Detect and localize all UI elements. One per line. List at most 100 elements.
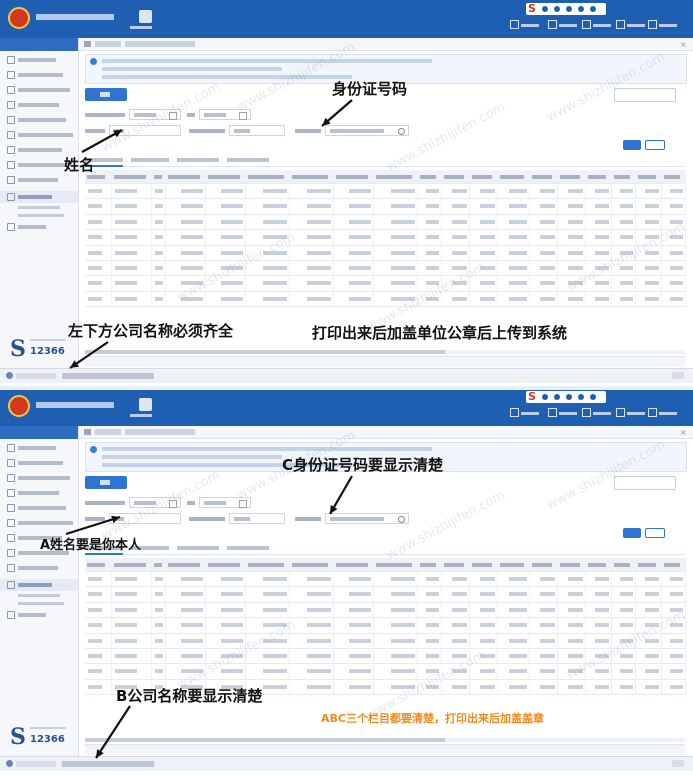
table-row[interactable] — [85, 291, 686, 308]
export-button[interactable] — [85, 88, 127, 101]
toolbar-tool-icon-1[interactable] — [542, 6, 548, 12]
calendar-icon[interactable] — [239, 112, 247, 120]
reset-button[interactable] — [645, 528, 665, 538]
toolbar-tool-icon-4[interactable] — [578, 394, 584, 400]
print-button[interactable] — [614, 88, 676, 102]
title-tool-3[interactable] — [582, 408, 611, 418]
sidebar-subitem-2[interactable] — [18, 602, 64, 605]
title-tool-1[interactable] — [510, 20, 539, 30]
sidebar-subitem-2[interactable] — [18, 214, 64, 217]
sidebar-item-2[interactable] — [7, 71, 63, 80]
status-toolbar[interactable]: S — [526, 390, 606, 403]
calendar-icon[interactable] — [239, 500, 247, 508]
sidebar-item-11[interactable] — [7, 611, 46, 620]
period-start-input[interactable] — [129, 109, 181, 120]
table-row[interactable] — [85, 214, 686, 231]
toolbar-tool-icon-4[interactable] — [578, 6, 584, 12]
sidebar-item-5[interactable] — [7, 504, 66, 513]
sidebar-item-2[interactable] — [7, 459, 63, 468]
query-button[interactable] — [623, 140, 641, 150]
table-row[interactable] — [85, 571, 686, 588]
tab-2[interactable] — [125, 429, 195, 435]
id-number-input[interactable] — [325, 125, 409, 136]
country-select[interactable] — [229, 513, 285, 524]
calendar-icon[interactable] — [169, 112, 177, 120]
sidebar-item-10[interactable] — [7, 193, 52, 202]
toolbar-tool-icon-1[interactable] — [542, 394, 548, 400]
title-tool-3[interactable] — [582, 20, 611, 30]
table-row[interactable] — [85, 260, 686, 277]
scrollbar-thumb[interactable] — [85, 350, 445, 354]
sidebar-item-7[interactable] — [7, 146, 62, 155]
sidebar-item-6[interactable] — [7, 131, 73, 140]
name-input[interactable] — [109, 513, 181, 524]
sidebar-item-1[interactable] — [7, 444, 56, 453]
period-end-input[interactable] — [199, 109, 251, 120]
period-end-input[interactable] — [199, 497, 251, 508]
sidebar-item-1[interactable] — [7, 56, 56, 65]
title-tool-1[interactable] — [510, 408, 539, 418]
status-toolbar[interactable]: S — [526, 2, 606, 15]
tab-1[interactable] — [95, 41, 121, 47]
close-icon[interactable]: × — [680, 428, 687, 437]
tab-2[interactable] — [125, 41, 195, 47]
sidebar-item-5[interactable] — [7, 116, 66, 125]
table-row[interactable] — [85, 245, 686, 261]
table-row[interactable] — [85, 633, 686, 649]
sidebar-item-9[interactable] — [7, 564, 58, 573]
table-row[interactable] — [85, 648, 686, 665]
sidebar-item-10[interactable] — [7, 581, 52, 590]
scrollbar-thumb[interactable] — [85, 738, 445, 742]
name-input[interactable] — [109, 125, 181, 136]
calendar-icon[interactable] — [169, 500, 177, 508]
sidebar-item-4[interactable] — [7, 489, 59, 498]
home-icon[interactable] — [139, 398, 152, 411]
table-row[interactable] — [85, 663, 686, 680]
sub-tab-3[interactable] — [177, 158, 219, 162]
toolbar-tool-icon-2[interactable] — [554, 6, 560, 12]
table-row[interactable] — [85, 617, 686, 634]
title-tool-5[interactable] — [648, 408, 677, 418]
country-select[interactable] — [229, 125, 285, 136]
title-tool-4[interactable] — [616, 20, 645, 30]
table-row[interactable] — [85, 198, 686, 215]
sidebar-subitem-1[interactable] — [18, 206, 60, 209]
sidebar-item-11[interactable] — [7, 223, 46, 232]
toolbar-tool-icon-2[interactable] — [554, 394, 560, 400]
close-icon[interactable]: × — [680, 40, 687, 49]
horizontal-scrollbar[interactable] — [85, 738, 685, 742]
title-tool-2[interactable] — [548, 20, 577, 30]
sidebar-item-6[interactable] — [7, 519, 73, 528]
sub-tab-2[interactable] — [131, 158, 169, 162]
search-icon[interactable] — [398, 516, 405, 523]
print-button[interactable] — [614, 476, 676, 490]
sub-tab-3[interactable] — [177, 546, 219, 550]
title-tool-2[interactable] — [548, 408, 577, 418]
export-button[interactable] — [85, 476, 127, 489]
sidebar-item-8[interactable] — [7, 161, 69, 170]
home-icon[interactable] — [139, 10, 152, 23]
horizontal-scrollbar[interactable] — [85, 350, 685, 354]
title-tool-5[interactable] — [648, 20, 677, 30]
toolbar-tool-icon-3[interactable] — [566, 6, 572, 12]
table-row[interactable] — [85, 275, 686, 292]
home-tab-icon[interactable] — [84, 41, 91, 47]
table-row[interactable] — [85, 229, 686, 246]
reset-button[interactable] — [645, 140, 665, 150]
toolbar-tool-icon-3[interactable] — [566, 394, 572, 400]
sidebar-item-3[interactable] — [7, 474, 70, 483]
search-icon[interactable] — [398, 128, 405, 135]
title-tool-4[interactable] — [616, 408, 645, 418]
toolbar-tool-icon-5[interactable] — [590, 6, 596, 12]
sidebar-subitem-1[interactable] — [18, 594, 60, 597]
period-start-input[interactable] — [129, 497, 181, 508]
sidebar-item-3[interactable] — [7, 86, 70, 95]
sidebar-item-9[interactable] — [7, 176, 58, 185]
table-row[interactable] — [85, 586, 686, 603]
tab-1[interactable] — [95, 429, 121, 435]
table-row[interactable] — [85, 183, 686, 200]
query-button[interactable] — [623, 528, 641, 538]
home-tab-icon[interactable] — [84, 429, 91, 435]
sub-tab-4[interactable] — [227, 546, 269, 550]
sidebar-item-4[interactable] — [7, 101, 59, 110]
